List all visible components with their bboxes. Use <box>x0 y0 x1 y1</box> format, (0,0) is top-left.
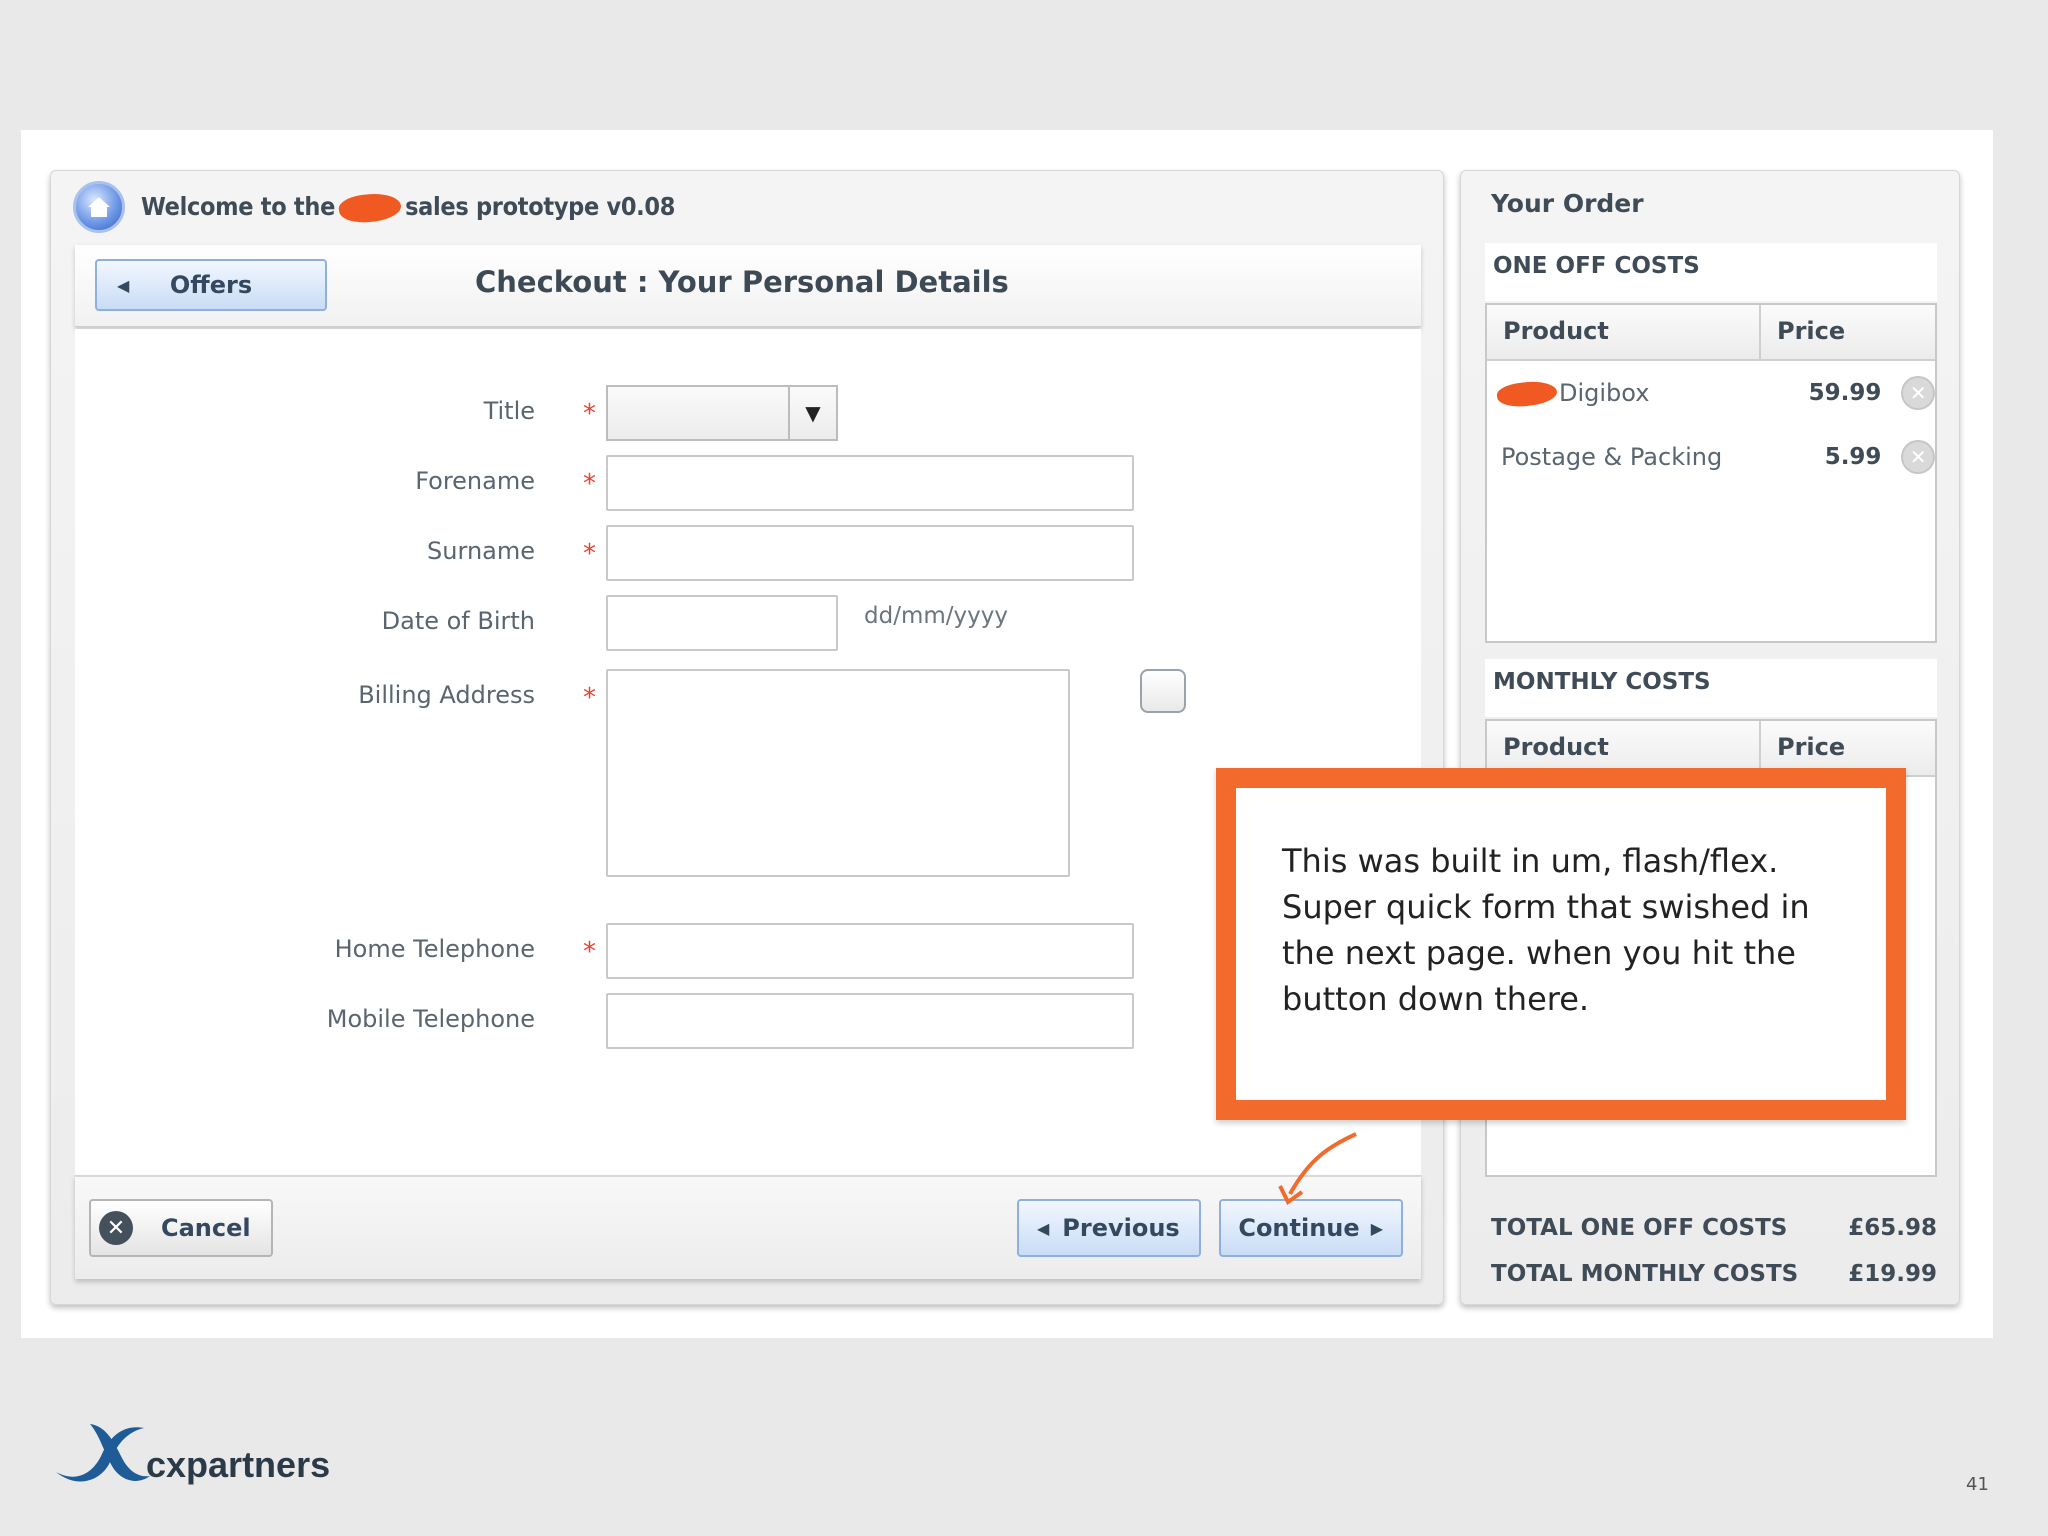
home-telephone-required-marker: * <box>583 937 596 967</box>
dob-format-hint: dd/mm/yyyy <box>864 603 1008 629</box>
footer-bar: ✕ Cancel ◀ Previous Continue ▶ <box>75 1175 1421 1279</box>
app-title-suffix: sales prototype v0.08 <box>405 192 676 221</box>
page-title: Checkout : Your Personal Details <box>475 265 1009 299</box>
order-item-name: Postage & Packing <box>1501 443 1723 471</box>
chevron-left-icon: ◀ <box>1037 1218 1050 1238</box>
remove-item-icon[interactable]: ✕ <box>1901 440 1935 474</box>
redacted-brand-mark <box>337 189 403 227</box>
order-title: Your Order <box>1491 189 1644 218</box>
total-monthly-label: TOTAL MONTHLY COSTS <box>1491 1261 1799 1287</box>
title-select[interactable]: ▼ <box>606 385 838 441</box>
table-row: Digibox 59.99 ✕ <box>1487 361 1935 425</box>
dob-input[interactable] <box>606 595 838 651</box>
app-title: Welcome to the sales prototype v0.08 <box>141 189 676 227</box>
billing-required-marker: * <box>583 683 596 713</box>
table-row: Postage & Packing 5.99 ✕ <box>1487 425 1935 489</box>
total-monthly-row: TOTAL MONTHLY COSTS £19.99 <box>1491 1261 1937 1287</box>
column-header-product: Product <box>1487 305 1761 359</box>
chevron-left-icon: ◀ <box>117 275 130 295</box>
column-header-price: Price <box>1777 733 1846 761</box>
previous-button-label: Previous <box>1062 1214 1180 1242</box>
offers-back-button[interactable]: ◀ Offers <box>95 259 327 311</box>
order-item-price: 59.99 <box>1808 380 1882 406</box>
billing-address-checkbox[interactable] <box>1140 669 1186 713</box>
checkout-panel: Welcome to the sales prototype v0.08 ◀ Of… <box>50 170 1444 1305</box>
cxpartners-logo-icon <box>56 1424 150 1482</box>
surname-label: Surname <box>427 537 535 565</box>
previous-button[interactable]: ◀ Previous <box>1017 1199 1201 1257</box>
house-icon <box>88 197 110 217</box>
order-item-product: Digibox <box>1487 377 1783 411</box>
total-monthly-value: £19.99 <box>1848 1261 1937 1287</box>
surname-required-marker: * <box>583 539 596 569</box>
cancel-button[interactable]: ✕ Cancel <box>89 1199 273 1257</box>
monthly-costs-label: MONTHLY COSTS <box>1485 659 1937 717</box>
brand-name: cxpartners <box>146 1444 331 1485</box>
title-label: Title <box>483 397 535 425</box>
forename-label: Forename <box>415 467 535 495</box>
column-header-price: Price <box>1777 317 1846 345</box>
mobile-telephone-input[interactable] <box>606 993 1134 1049</box>
total-one-off-label: TOTAL ONE OFF COSTS <box>1491 1215 1788 1241</box>
order-item-name: Digibox <box>1559 379 1650 407</box>
offers-button-label: Offers <box>169 271 253 299</box>
app-title-prefix: Welcome to the <box>141 192 336 221</box>
continue-button-label: Continue <box>1238 1214 1360 1242</box>
forename-input[interactable] <box>606 455 1134 511</box>
title-required-marker: * <box>583 399 596 429</box>
home-icon[interactable] <box>73 181 125 233</box>
mobile-telephone-label: Mobile Telephone <box>326 1005 535 1033</box>
total-one-off-value: £65.98 <box>1848 1215 1937 1241</box>
page-number: 41 <box>1966 1474 1989 1495</box>
order-item-product: Postage & Packing <box>1487 443 1783 471</box>
annotation-arrow-icon <box>1278 1132 1357 1205</box>
cancel-button-label: Cancel <box>161 1214 251 1242</box>
total-one-off-row: TOTAL ONE OFF COSTS £65.98 <box>1491 1215 1937 1241</box>
dob-label: Date of Birth <box>381 607 535 635</box>
dropdown-arrow-icon[interactable]: ▼ <box>788 387 836 439</box>
remove-item-icon[interactable]: ✕ <box>1901 376 1935 410</box>
column-header-product: Product <box>1487 721 1761 775</box>
redacted-brand-mark <box>1495 377 1559 411</box>
surname-input[interactable] <box>606 525 1134 581</box>
brand-logo: cxpartners <box>52 1418 330 1488</box>
one-off-costs-label: ONE OFF COSTS <box>1485 243 1937 301</box>
toolbar: ◀ Offers Checkout : Your Personal Detail… <box>75 245 1421 327</box>
annotation-callout: This was built in um, flash/flex. Super … <box>1216 768 1906 1120</box>
app-header: Welcome to the sales prototype v0.08 <box>73 179 675 235</box>
order-summary-panel: Your Order ONE OFF COSTS Product Price D… <box>1460 170 1960 1305</box>
forename-required-marker: * <box>583 469 596 499</box>
billing-address-label: Billing Address <box>358 681 535 709</box>
home-telephone-label: Home Telephone <box>334 935 535 963</box>
home-telephone-input[interactable] <box>606 923 1134 979</box>
billing-address-textarea[interactable] <box>606 669 1070 877</box>
cancel-x-icon: ✕ <box>99 1211 133 1245</box>
order-item-price: 5.99 <box>1824 444 1882 470</box>
chevron-right-icon: ▶ <box>1370 1218 1383 1238</box>
one-off-costs-table: Product Price Digibox 59.99 ✕ Postage & … <box>1485 303 1937 643</box>
one-off-table-header: Product Price <box>1487 305 1935 361</box>
